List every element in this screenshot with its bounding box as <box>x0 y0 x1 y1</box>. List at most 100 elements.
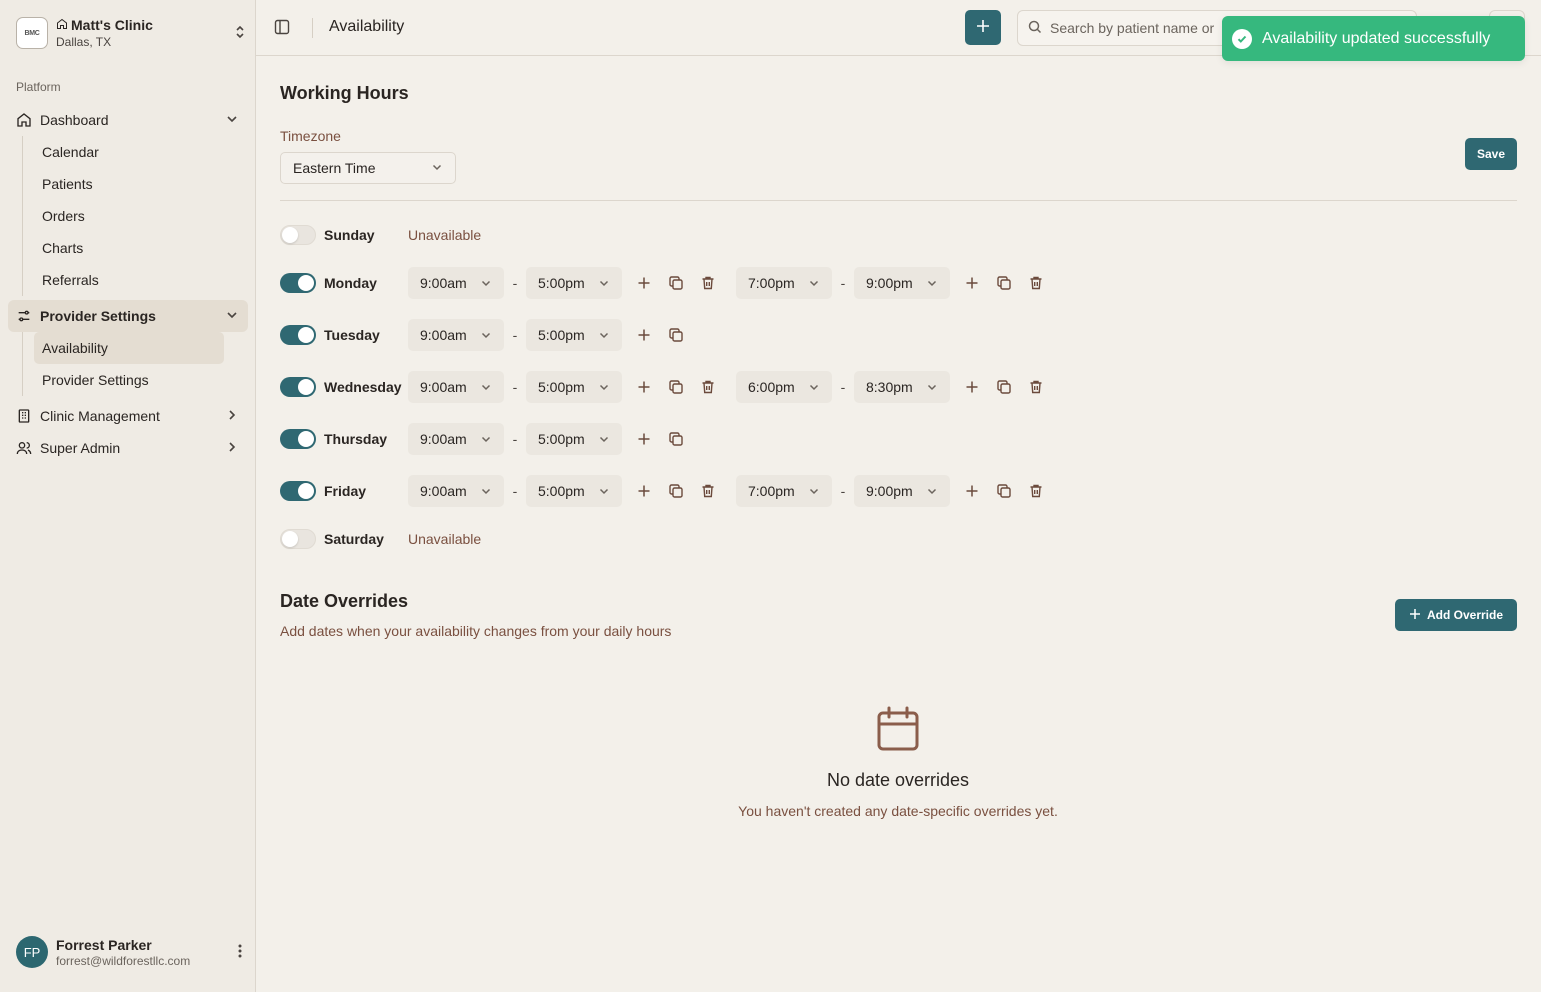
end-time-select[interactable]: 5:00pm <box>526 319 622 351</box>
start-time-select[interactable]: 7:00pm <box>736 267 832 299</box>
copy-slot-button[interactable] <box>988 371 1020 403</box>
end-time-select[interactable]: 8:30pm <box>854 371 950 403</box>
add-slot-button[interactable] <box>956 475 988 507</box>
end-time-select[interactable]: 9:00pm <box>854 267 950 299</box>
clinic-name: Matt's Clinic <box>71 17 153 33</box>
chevron-down-icon <box>480 485 492 497</box>
plus-icon <box>965 484 979 498</box>
user-menu[interactable]: FP Forrest Parker forrest@wildforestllc.… <box>16 934 248 970</box>
add-slot-button[interactable] <box>628 423 660 455</box>
sidebar-item-charts[interactable]: Charts <box>34 232 224 264</box>
start-time-select[interactable]: 9:00am <box>408 319 504 351</box>
add-slot-button[interactable] <box>628 267 660 299</box>
add-slot-button[interactable] <box>956 267 988 299</box>
time-value: 8:30pm <box>866 379 913 395</box>
chevron-down-icon <box>431 160 443 176</box>
sidebar-item-provider-settings-page[interactable]: Provider Settings <box>34 364 224 396</box>
day-name: Tuesday <box>324 327 380 343</box>
start-time-select[interactable]: 9:00am <box>408 475 504 507</box>
trash-icon <box>700 483 716 499</box>
time-value: 6:00pm <box>748 379 795 395</box>
save-button[interactable]: Save <box>1465 138 1517 170</box>
chevron-down-icon <box>598 329 610 341</box>
time-value: 5:00pm <box>538 327 585 343</box>
copy-slot-button[interactable] <box>988 475 1020 507</box>
clinic-switcher[interactable]: BMC Matt's Clinic Dallas, TX <box>16 14 248 52</box>
search-icon <box>1028 20 1042 37</box>
end-time-select[interactable]: 5:00pm <box>526 371 622 403</box>
day-toggle[interactable] <box>280 529 316 549</box>
copy-slot-button[interactable] <box>660 267 692 299</box>
chevron-down-icon <box>926 485 938 497</box>
range-separator: - <box>512 379 518 395</box>
end-time-select[interactable]: 5:00pm <box>526 423 622 455</box>
sidebar-item-calendar[interactable]: Calendar <box>34 136 224 168</box>
working-hours-title: Working Hours <box>280 83 409 103</box>
range-separator: - <box>512 431 518 447</box>
time-value: 5:00pm <box>538 431 585 447</box>
sidebar-item-availability[interactable]: Availability <box>34 332 224 364</box>
sidebar-item-super-admin[interactable]: Super Admin <box>8 432 248 464</box>
delete-slot-button[interactable] <box>692 267 724 299</box>
add-slot-button[interactable] <box>628 371 660 403</box>
day-toggle[interactable] <box>280 481 316 501</box>
sliders-icon <box>16 308 32 324</box>
chevron-down-icon <box>226 112 240 128</box>
sidebar-item-provider-settings[interactable]: Provider Settings <box>8 300 248 332</box>
start-time-select[interactable]: 9:00am <box>408 267 504 299</box>
time-value: 9:00am <box>420 431 467 447</box>
copy-slot-button[interactable] <box>660 319 692 351</box>
toggle-knob <box>298 379 314 395</box>
more-vertical-icon[interactable] <box>232 944 248 961</box>
toggle-knob <box>298 483 314 499</box>
delete-slot-button[interactable] <box>692 475 724 507</box>
sidebar-item-referrals[interactable]: Referrals <box>34 264 224 296</box>
sidebar-item-orders[interactable]: Orders <box>34 200 224 232</box>
end-time-select[interactable]: 5:00pm <box>526 475 622 507</box>
chevron-down-icon <box>480 329 492 341</box>
range-separator: - <box>512 327 518 343</box>
delete-slot-button[interactable] <box>1020 371 1052 403</box>
copy-slot-button[interactable] <box>988 267 1020 299</box>
start-time-select[interactable]: 9:00am <box>408 423 504 455</box>
timezone-select[interactable]: Eastern Time <box>280 152 456 184</box>
start-time-select[interactable]: 6:00pm <box>736 371 832 403</box>
new-button[interactable] <box>965 10 1001 45</box>
day-toggle[interactable] <box>280 429 316 449</box>
avatar: FP <box>16 936 48 968</box>
day-toggle[interactable] <box>280 325 316 345</box>
start-time-select[interactable]: 7:00pm <box>736 475 832 507</box>
sidebar-item-patients[interactable]: Patients <box>34 168 224 200</box>
copy-icon <box>668 327 684 343</box>
delete-slot-button[interactable] <box>1020 267 1052 299</box>
plus-icon <box>1409 608 1421 623</box>
add-slot-button[interactable] <box>956 371 988 403</box>
add-override-button[interactable]: Add Override <box>1395 599 1517 631</box>
delete-slot-button[interactable] <box>692 371 724 403</box>
end-time-select[interactable]: 5:00pm <box>526 267 622 299</box>
add-override-label: Add Override <box>1426 608 1504 622</box>
chevron-down-icon <box>808 381 820 393</box>
topbar-divider <box>312 18 313 38</box>
range-separator: - <box>840 379 846 395</box>
day-toggle[interactable] <box>280 273 316 293</box>
add-slot-button[interactable] <box>628 475 660 507</box>
copy-slot-button[interactable] <box>660 371 692 403</box>
sidebar-item-dashboard[interactable]: Dashboard <box>8 104 248 136</box>
sidebar-item-clinic-management[interactable]: Clinic Management <box>8 400 248 432</box>
copy-slot-button[interactable] <box>660 423 692 455</box>
end-time-select[interactable]: 9:00pm <box>854 475 950 507</box>
time-value: 9:00am <box>420 379 467 395</box>
day-row-sunday: Sunday Unavailable <box>280 219 481 251</box>
add-slot-button[interactable] <box>628 319 660 351</box>
delete-slot-button[interactable] <box>1020 475 1052 507</box>
day-toggle[interactable] <box>280 377 316 397</box>
sidebar-toggle-icon[interactable] <box>274 19 292 37</box>
start-time-select[interactable]: 9:00am <box>408 371 504 403</box>
copy-slot-button[interactable] <box>660 475 692 507</box>
toggle-knob <box>282 227 298 243</box>
day-toggle[interactable] <box>280 225 316 245</box>
day-row-saturday: Saturday Unavailable <box>280 523 481 555</box>
copy-icon <box>668 379 684 395</box>
chevron-down-icon <box>226 308 240 324</box>
